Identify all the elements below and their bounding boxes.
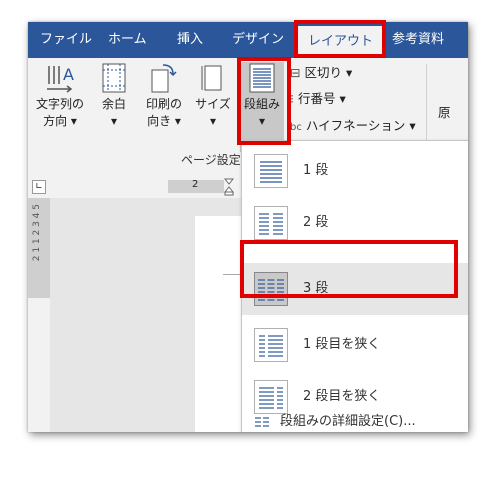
hyphenation-button[interactable]: bc ハイフネーション ▾: [290, 115, 416, 134]
margins-icon: [102, 63, 126, 93]
ribbon-tab-bar: ファイル ホーム 挿入 デザイン レイアウト 参考資料: [28, 22, 468, 58]
group-separator: [426, 64, 427, 148]
columns-settings-icon: [254, 415, 270, 429]
left-column-narrow-icon: [254, 328, 288, 362]
highlight-three-columns: [240, 240, 458, 298]
page-size-icon: [201, 65, 222, 91]
text-direction-label-2: 方向: [43, 114, 68, 128]
menu-item-one-column[interactable]: 1 段: [242, 145, 468, 197]
margins-label: 余白: [101, 97, 126, 111]
chevron-down-icon: ▾: [409, 118, 416, 133]
breaks-icon: ⊟: [290, 65, 301, 80]
size-button[interactable]: サイズ ▾: [190, 62, 236, 130]
one-column-icon: [254, 154, 288, 188]
indent-marker-icon[interactable]: [223, 178, 235, 196]
orientation-button[interactable]: 印刷の 向き ▾: [140, 62, 188, 130]
orientation-label-2: 向き: [147, 114, 172, 128]
orientation-label-1: 印刷の: [145, 97, 182, 111]
breaks-label: 区切り: [304, 65, 342, 80]
text-direction-button[interactable]: A 文字列の 方向 ▾: [32, 62, 88, 130]
margins-button[interactable]: 余白 ▾: [92, 62, 136, 130]
svg-text:A: A: [63, 65, 74, 84]
orientation-icon: [151, 64, 177, 93]
highlight-layout-tab: [294, 20, 386, 58]
vertical-ruler: 2 1 1 2 3 4 5: [28, 198, 51, 432]
size-label: サイズ: [195, 97, 231, 111]
menu-item-left-narrow[interactable]: 1 段目を狭く: [242, 319, 468, 371]
tab-design[interactable]: デザイン: [232, 22, 284, 58]
tab-references[interactable]: 参考資料: [392, 22, 444, 58]
breaks-button[interactable]: ⊟ 区切り ▾: [290, 62, 352, 81]
more-columns-label: 段組みの詳細設定(C)...: [280, 414, 416, 429]
hyphenation-icon: bc: [290, 122, 302, 133]
highlight-columns-button: [237, 57, 291, 145]
menu-item-more-columns[interactable]: 段組みの詳細設定(C)...: [242, 407, 468, 432]
tab-home[interactable]: ホーム: [108, 22, 147, 58]
menu-item-label: 1 段: [303, 163, 329, 178]
line-numbers-button[interactable]: ⁝ 行番号 ▾: [290, 88, 346, 107]
chevron-down-icon: ▾: [345, 65, 353, 80]
tab-insert[interactable]: 挿入: [177, 22, 203, 58]
text-direction-label-1: 文字列の: [35, 97, 84, 111]
menu-item-label: 1 段目を狭く: [303, 337, 381, 352]
indent-label-partial: 原: [438, 105, 451, 120]
two-columns-icon: [254, 206, 288, 240]
ruler-tick-label: 2: [192, 179, 199, 190]
chevron-down-icon: ▾: [110, 114, 118, 128]
chevron-down-icon: ▾: [174, 114, 181, 128]
text-direction-icon: A: [47, 65, 74, 93]
chevron-down-icon: ▾: [70, 114, 77, 128]
group-label-page-setup: ページ設定: [181, 153, 241, 167]
tab-selector-icon[interactable]: ∟: [32, 180, 46, 194]
vertical-ruler-ticks: 2 1 1 2 3 4 5: [32, 204, 42, 262]
chevron-down-icon: ▾: [339, 91, 346, 106]
tab-file[interactable]: ファイル: [40, 22, 92, 58]
line-numbers-label: 行番号: [297, 91, 336, 106]
hyphenation-label: ハイフネーション: [305, 118, 406, 133]
chevron-down-icon: ▾: [209, 114, 217, 128]
